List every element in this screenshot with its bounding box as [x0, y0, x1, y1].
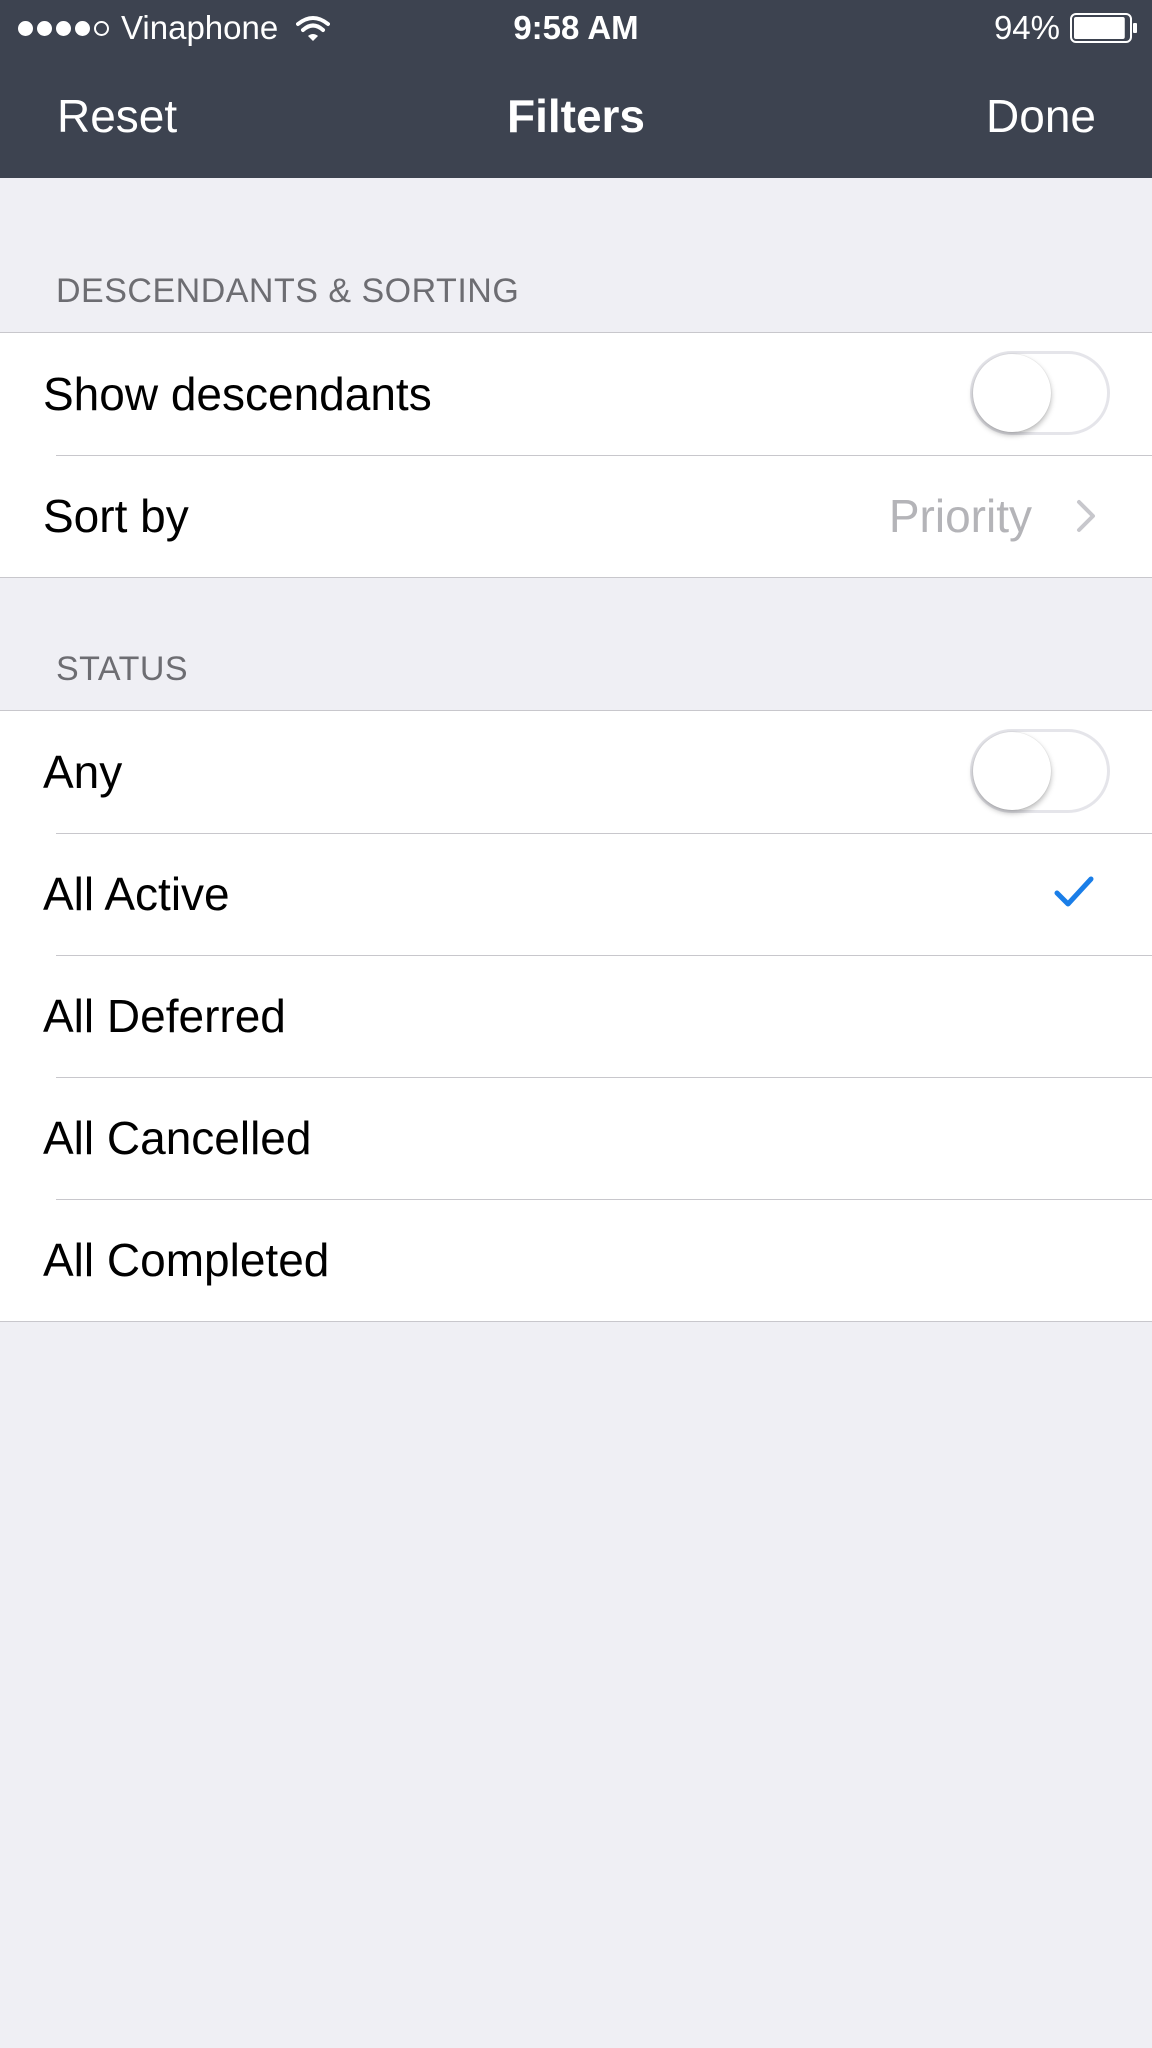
any-toggle[interactable] [970, 729, 1110, 813]
status-option-row[interactable]: All Completed [0, 1199, 1152, 1321]
status-time: 9:58 AM [513, 9, 639, 46]
show-descendants-label: Show descendants [43, 368, 432, 420]
status-bar: Vinaphone 9:58 AM 94% [0, 0, 1152, 58]
sort-by-value: Priority [888, 490, 1032, 542]
chevron-right-icon [1077, 500, 1095, 532]
section-header-status: STATUS [56, 650, 189, 688]
navigation-bar: Reset Filters Done [0, 58, 1152, 178]
show-descendants-row: Show descendants [0, 333, 1152, 455]
status-option-label: All Deferred [43, 990, 286, 1042]
sort-by-label: Sort by [43, 490, 189, 542]
status-option-row[interactable]: All Deferred [0, 955, 1152, 1077]
status-option-row[interactable]: All Active [0, 833, 1152, 955]
descendants-sorting-group: Show descendants Sort by Priority [0, 332, 1152, 578]
status-right: 94% [994, 8, 1138, 48]
any-row: Any [0, 711, 1152, 833]
status-group: Any All Active All Deferred All Cancelle… [0, 710, 1152, 1322]
section-header-descendants: DESCENDANTS & SORTING [56, 272, 520, 310]
show-descendants-toggle[interactable] [970, 351, 1110, 435]
page-title: Filters [506, 90, 646, 142]
sort-by-row[interactable]: Sort by Priority [0, 455, 1152, 577]
checkmark-icon [1054, 876, 1094, 907]
status-option-label: All Cancelled [43, 1112, 312, 1164]
toggle-knob [973, 732, 1051, 810]
status-option-label: All Active [43, 868, 230, 920]
done-button[interactable]: Done [986, 88, 1096, 144]
battery-percent: 94% [993, 9, 1060, 46]
status-option-label: All Completed [43, 1234, 330, 1286]
status-option-row[interactable]: All Cancelled [0, 1077, 1152, 1199]
battery-icon [1070, 13, 1137, 43]
toggle-knob [973, 354, 1051, 432]
any-label: Any [43, 746, 123, 798]
